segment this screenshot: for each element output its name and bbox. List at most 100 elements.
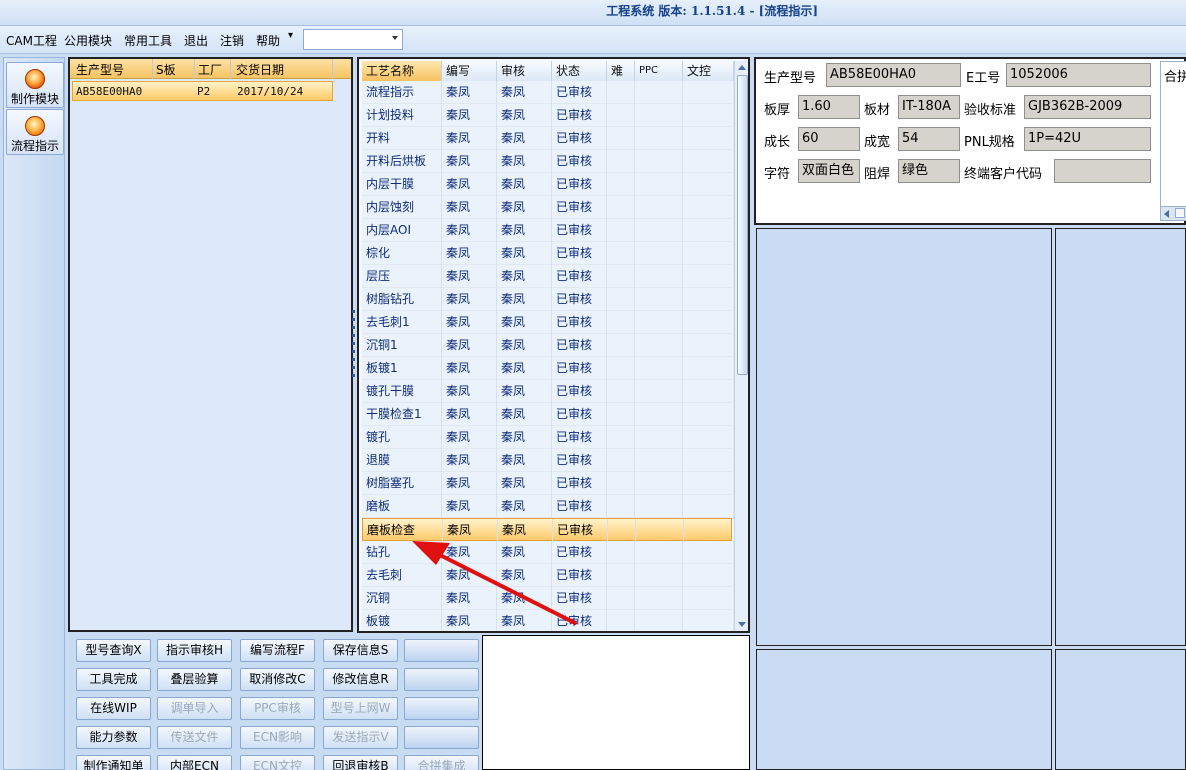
blank-button[interactable] [404, 726, 479, 749]
blank-button[interactable] [404, 697, 479, 720]
action-button-15[interactable]: 能力参数 [76, 726, 151, 749]
scroll-left-icon[interactable] [1164, 210, 1169, 218]
field-length[interactable]: 60 [798, 127, 860, 151]
action-button-23[interactable]: 回退审核B [323, 755, 398, 770]
field-prod-model[interactable]: AB58E00HA0 [826, 63, 961, 87]
cell-writer: 秦凤 [442, 242, 497, 265]
merge-horizontal-scrollbar[interactable] [1161, 206, 1186, 220]
nav-make-module-button[interactable]: 制作模块 [6, 62, 64, 108]
process-row[interactable]: 板镀1 秦凤 秦凤 已审核 [362, 357, 734, 380]
cell-difficulty [607, 219, 635, 242]
process-row[interactable]: 板镀 秦凤 秦凤 已审核 [362, 610, 734, 631]
process-row[interactable]: 退膜 秦凤 秦凤 已审核 [362, 449, 734, 472]
action-button-22[interactable]: ECN文控 [240, 755, 315, 770]
action-button-20[interactable]: 制作通知单 [76, 755, 151, 770]
header-factory[interactable]: 工厂 [198, 61, 222, 78]
process-row[interactable]: 树脂塞孔 秦凤 秦凤 已审核 [362, 472, 734, 495]
header-s-board[interactable]: S板 [156, 61, 176, 78]
scroll-thumb[interactable] [737, 75, 748, 375]
action-button-0[interactable]: 型号查询X [76, 639, 151, 662]
process-row[interactable]: 树脂钻孔 秦凤 秦凤 已审核 [362, 288, 734, 311]
process-row[interactable]: 钻孔 秦凤 秦凤 已审核 [362, 541, 734, 564]
menu-overflow-icon[interactable]: ▾ [288, 30, 293, 41]
scroll-down-icon[interactable] [738, 622, 746, 627]
process-row[interactable]: 去毛刺1 秦凤 秦凤 已审核 [362, 311, 734, 334]
field-e-job[interactable]: 1052006 [1006, 63, 1151, 87]
cell-ppc [635, 449, 683, 472]
menu-cam-project[interactable]: CAM工程 [6, 32, 57, 49]
cell-process-name: 内层干膜 [362, 173, 442, 196]
process-row[interactable]: 内层AOI 秦凤 秦凤 已审核 [362, 219, 734, 242]
header-status[interactable]: 状态 [552, 61, 607, 81]
menu-help[interactable]: 帮助 [256, 32, 280, 49]
action-button-18[interactable]: 发送指示V [323, 726, 398, 749]
action-button-6[interactable]: 叠层验算 [157, 668, 232, 691]
process-row[interactable]: 层压 秦凤 秦凤 已审核 [362, 265, 734, 288]
action-button-11[interactable]: 调单导入 [157, 697, 232, 720]
cell-process-name: 开料 [362, 127, 442, 150]
header-prod-model[interactable]: 生产型号 [76, 61, 124, 78]
process-row[interactable]: 镀孔 秦凤 秦凤 已审核 [362, 426, 734, 449]
process-row[interactable]: 计划投料 秦凤 秦凤 已审核 [362, 104, 734, 127]
field-pnl[interactable]: 1P=42U [1024, 127, 1151, 151]
process-row[interactable]: 去毛刺 秦凤 秦凤 已审核 [362, 564, 734, 587]
product-row[interactable]: AB58E00HA0 P2 2017/10/24 [72, 81, 333, 101]
action-button-21[interactable]: 内部ECN [157, 755, 232, 770]
header-writer[interactable]: 编写 [442, 61, 497, 81]
header-reviewer[interactable]: 审核 [497, 61, 552, 81]
process-row[interactable]: 磨板 秦凤 秦凤 已审核 [362, 495, 734, 518]
cell-doc-control [683, 449, 734, 472]
action-button-10[interactable]: 在线WIP [76, 697, 151, 720]
cell-difficulty [607, 472, 635, 495]
action-button-12[interactable]: PPC审核 [240, 697, 315, 720]
field-material[interactable]: IT-180A [898, 95, 960, 119]
process-row[interactable]: 沉铜1 秦凤 秦凤 已审核 [362, 334, 734, 357]
process-row[interactable]: 开料后烘板 秦凤 秦凤 已审核 [362, 150, 734, 173]
nav-flow-guide-button[interactable]: 流程指示 [6, 109, 64, 155]
action-button-5[interactable]: 工具完成 [76, 668, 151, 691]
menu-combo-box[interactable] [303, 29, 403, 50]
scroll-up-icon[interactable] [738, 65, 746, 70]
action-button-16[interactable]: 传送文件 [157, 726, 232, 749]
action-button-24[interactable]: 合拼集成 [404, 755, 479, 770]
header-process-name[interactable]: 工艺名称 [362, 61, 442, 81]
action-button-17[interactable]: ECN影响 [240, 726, 315, 749]
process-row[interactable]: 棕化 秦凤 秦凤 已审核 [362, 242, 734, 265]
action-button-8[interactable]: 修改信息R [323, 668, 398, 691]
field-standard[interactable]: GJB362B-2009 [1024, 95, 1151, 119]
flow-icon [25, 116, 45, 136]
field-customer[interactable] [1054, 159, 1151, 183]
panel-splitter[interactable] [351, 310, 356, 380]
action-button-1[interactable]: 指示审核H [157, 639, 232, 662]
field-mask[interactable]: 绿色 [898, 159, 960, 183]
blank-button[interactable] [404, 668, 479, 691]
merge-list-box[interactable]: 合拼 [1160, 61, 1186, 221]
header-difficulty[interactable]: 难 [607, 61, 635, 81]
process-scrollbar[interactable] [734, 61, 748, 631]
process-row-selected[interactable]: 磨板检查 秦凤 秦凤 已审核 [362, 518, 735, 542]
process-row[interactable]: 镀孔干膜 秦凤 秦凤 已审核 [362, 380, 734, 403]
blank-button[interactable] [404, 639, 479, 662]
process-row[interactable]: 内层干膜 秦凤 秦凤 已审核 [362, 173, 734, 196]
scroll-thumb[interactable] [1175, 208, 1185, 218]
action-button-3[interactable]: 保存信息S [323, 639, 398, 662]
field-char[interactable]: 双面白色 [798, 159, 860, 183]
action-button-13[interactable]: 型号上网W [323, 697, 398, 720]
menu-exit[interactable]: 退出 [184, 32, 208, 49]
field-width[interactable]: 54 [898, 127, 960, 151]
menu-logout[interactable]: 注销 [220, 32, 244, 49]
header-delivery-date[interactable]: 交货日期 [236, 61, 284, 78]
field-thickness[interactable]: 1.60 [798, 95, 860, 119]
menu-common-modules[interactable]: 公用模块 [64, 32, 112, 49]
process-row[interactable]: 干膜检查1 秦凤 秦凤 已审核 [362, 403, 734, 426]
process-row[interactable]: 内层蚀刻 秦凤 秦凤 已审核 [362, 196, 734, 219]
action-button-7[interactable]: 取消修改C [240, 668, 315, 691]
header-ppc[interactable]: PPC [635, 61, 683, 81]
header-doc-control[interactable]: 文控 [683, 61, 734, 81]
menu-common-tools[interactable]: 常用工具 [124, 32, 172, 49]
process-row[interactable]: 沉铜 秦凤 秦凤 已审核 [362, 587, 734, 610]
action-button-2[interactable]: 编写流程F [240, 639, 315, 662]
process-row[interactable]: 流程指示 秦凤 秦凤 已审核 [362, 81, 734, 104]
process-row[interactable]: 开料 秦凤 秦凤 已审核 [362, 127, 734, 150]
cell-status: 已审核 [552, 127, 607, 150]
